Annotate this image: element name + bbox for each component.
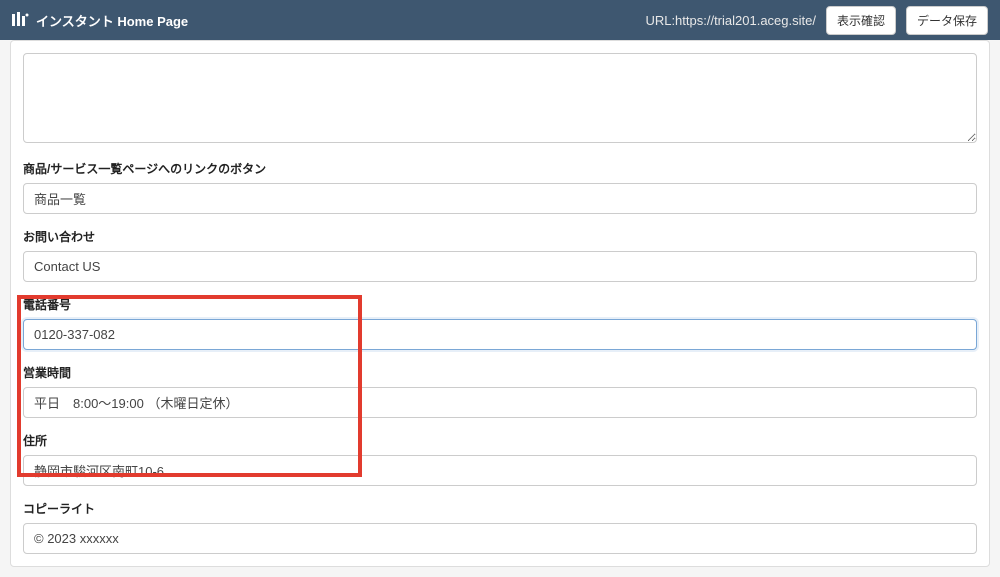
copyright-field: コピーライト [23, 500, 977, 554]
top-textarea-block [23, 41, 977, 146]
hours-field: 営業時間 [23, 364, 977, 418]
copyright-input[interactable] [23, 523, 977, 554]
phone-label: 電話番号 [23, 296, 977, 313]
link-button-field: 商品/サービス一覧ページへのリンクのボタン [23, 160, 977, 214]
address-field: 住所 [23, 432, 977, 486]
contact-input[interactable] [23, 251, 977, 282]
address-label: 住所 [23, 432, 977, 449]
top-textarea[interactable] [23, 53, 977, 143]
contact-label: お問い合わせ [23, 228, 977, 245]
phone-input[interactable] [23, 319, 977, 350]
hours-input[interactable] [23, 387, 977, 418]
url-label: URL:https://trial201.aceg.site/ [645, 13, 816, 28]
app-title: インスタント Home Page [36, 11, 188, 30]
save-button[interactable]: データ保存 [906, 6, 988, 35]
logo-icon [12, 12, 30, 28]
hours-label: 営業時間 [23, 364, 977, 381]
link-button-label: 商品/サービス一覧ページへのリンクのボタン [23, 160, 977, 177]
contact-field: お問い合わせ [23, 228, 977, 282]
address-input[interactable] [23, 455, 977, 486]
header-left: インスタント Home Page [12, 11, 188, 30]
copyright-label: コピーライト [23, 500, 977, 517]
content-panel: 商品/サービス一覧ページへのリンクのボタン お問い合わせ 電話番号 営業時間 住… [10, 40, 990, 567]
phone-field: 電話番号 [23, 296, 977, 350]
app-header: インスタント Home Page URL:https://trial201.ac… [0, 0, 1000, 40]
link-button-input[interactable] [23, 183, 977, 214]
preview-button[interactable]: 表示確認 [826, 6, 896, 35]
header-right: URL:https://trial201.aceg.site/ 表示確認 データ… [645, 6, 988, 35]
